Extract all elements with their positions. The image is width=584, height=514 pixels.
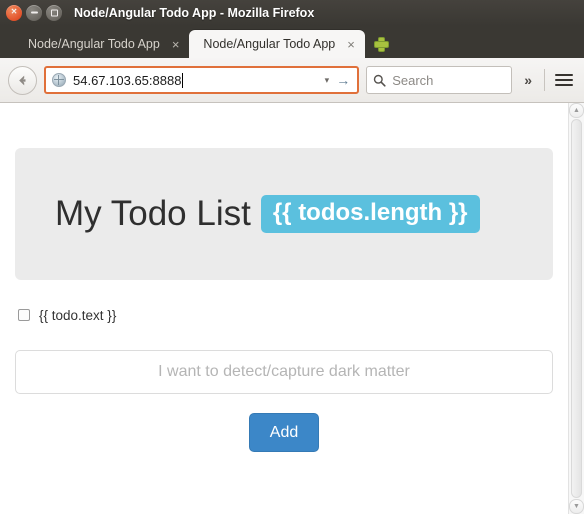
globe-icon [52,73,66,87]
navigation-toolbar: 54.67.103.65:8888 ▾ → Search » [0,58,584,103]
hamburger-icon-line-2 [555,79,573,81]
maximize-icon [50,9,58,16]
todo-count-badge: {{ todos.length }} [260,195,480,234]
todo-list-item[interactable]: {{ todo.text }} [18,308,553,323]
page-scrollbar[interactable]: ▲ ▼ [568,103,584,514]
firefox-window: × Node/Angular Todo App - Mozilla Firefo… [0,0,584,514]
window-title: Node/Angular Todo App - Mozilla Firefox [74,6,315,20]
add-button-row: Add [15,412,553,453]
hamburger-icon-line-3 [555,84,573,86]
browser-tab-2[interactable]: Node/Angular Todo App × [189,30,365,58]
back-arrow-icon [19,75,26,85]
scroll-down-button[interactable]: ▼ [569,499,584,514]
search-bar[interactable]: Search [366,66,513,94]
search-icon [374,74,386,87]
search-input-placeholder: Search [392,72,434,88]
new-todo-input[interactable] [15,349,553,394]
scrollbar-thumb[interactable] [571,119,582,498]
toolbar-overflow-button[interactable]: » [519,72,537,88]
tab-strip: Node/Angular Todo App × Node/Angular Tod… [0,26,584,58]
toolbar-divider [544,69,545,91]
hamburger-icon-line-1 [555,74,573,76]
page-title: My Todo List {{ todos.length }} [55,194,513,234]
jumbotron: My Todo List {{ todos.length }} [15,148,553,280]
new-tab-button[interactable] [369,30,395,58]
window-close-button[interactable]: × [6,5,22,21]
browser-tab-2-label: Node/Angular Todo App [203,37,336,51]
window-minimize-button[interactable] [26,5,42,21]
chevron-down-icon[interactable]: ▾ [325,75,330,86]
address-bar[interactable]: 54.67.103.65:8888 ▾ → [44,66,360,94]
text-cursor [182,72,184,88]
minimize-icon [30,11,38,14]
window-controls: × [0,5,62,21]
menu-button[interactable] [552,68,576,92]
plus-icon [375,37,389,51]
page-title-text: My Todo List [55,194,251,233]
todo-list: {{ todo.text }} [15,308,553,323]
page-viewport: My Todo List {{ todos.length }} {{ todo.… [0,103,584,514]
todo-item-label: {{ todo.text }} [39,307,117,323]
close-icon: × [11,6,17,18]
address-bar-value: 54.67.103.65:8888 [73,72,182,88]
window-titlebar: × Node/Angular Todo App - Mozilla Firefo… [0,0,584,26]
browser-tab-1-label: Node/Angular Todo App [28,37,160,51]
browser-tab-2-close-icon[interactable]: × [347,38,355,51]
window-maximize-button[interactable] [46,5,62,21]
browser-tab-1[interactable]: Node/Angular Todo App × [14,30,189,58]
scrollbar-track[interactable] [571,119,582,498]
address-bar-input[interactable]: 54.67.103.65:8888 [73,72,322,88]
go-arrow-icon[interactable]: → [336,73,352,87]
page-content: My Todo List {{ todos.length }} {{ todo.… [0,103,568,514]
todo-checkbox[interactable] [18,309,30,321]
add-todo-button[interactable]: Add [248,412,320,453]
back-button[interactable] [8,65,37,95]
scroll-up-button[interactable]: ▲ [569,103,584,118]
browser-tab-1-close-icon[interactable]: × [172,38,180,51]
